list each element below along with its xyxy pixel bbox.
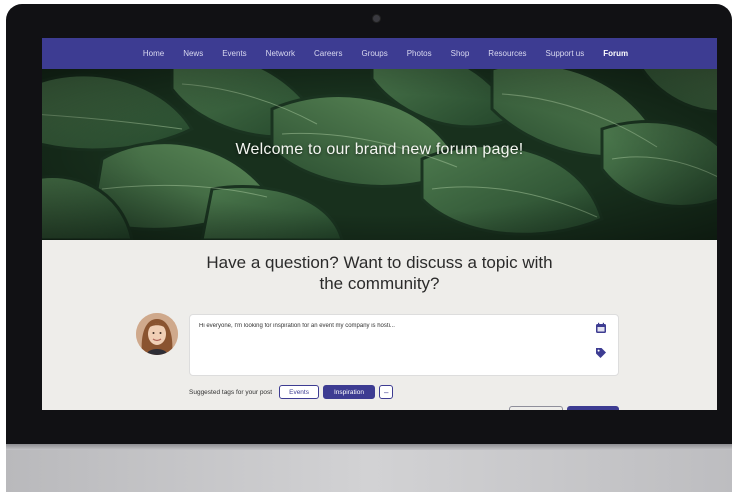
forum-compose-section: Have a question? Want to discuss a topic…: [42, 240, 717, 410]
nav-item-network[interactable]: Network: [266, 49, 295, 58]
monitor-chin: [6, 444, 732, 492]
screen: Home News Events Network Careers Groups …: [42, 38, 717, 410]
avatar: [136, 313, 178, 355]
monitor-chin-edge: [6, 444, 732, 450]
top-navigation: Home News Events Network Careers Groups …: [42, 38, 717, 69]
post-text-value: Hi everyone, I'm looking for inspiration…: [199, 323, 395, 329]
monitor-mockup: Home News Events Network Careers Groups …: [0, 0, 738, 492]
webcam-icon: [373, 15, 380, 22]
hero-title: Welcome to our brand new forum page!: [235, 141, 524, 158]
cancel-button[interactable]: [509, 406, 563, 410]
section-heading: Have a question? Want to discuss a topic…: [42, 252, 717, 294]
tag-inspiration[interactable]: Inspiration: [322, 385, 375, 399]
hero-banner: Welcome to our brand new forum page!: [42, 69, 717, 240]
nav-item-shop[interactable]: Shop: [451, 49, 470, 58]
heading-line-1: Have a question? Want to discuss a topic…: [206, 253, 553, 272]
heading-line-2: the community?: [319, 274, 440, 293]
post-button[interactable]: [567, 406, 619, 410]
nav-item-events[interactable]: Events: [222, 49, 246, 58]
nav-item-home[interactable]: Home: [143, 49, 164, 58]
calendar-icon[interactable]: [594, 321, 608, 335]
nav-item-forum[interactable]: Forum: [603, 49, 628, 58]
nav-item-photos[interactable]: Photos: [407, 49, 432, 58]
post-textarea[interactable]: Hi everyone, I'm looking for inspiration…: [189, 314, 619, 376]
nav-item-careers[interactable]: Careers: [314, 49, 342, 58]
nav-item-support-us[interactable]: Support us: [546, 49, 585, 58]
suggested-tags-label: Suggested tags for your post: [189, 388, 273, 396]
suggested-tags-row: Suggested tags for your post Events Insp…: [189, 385, 394, 399]
nav-item-groups[interactable]: Groups: [361, 49, 387, 58]
user-portrait-image: [136, 313, 178, 355]
nav-item-news[interactable]: News: [183, 49, 203, 58]
tag-icon[interactable]: [594, 346, 608, 360]
nav-item-resources[interactable]: Resources: [488, 49, 526, 58]
more-tags-button[interactable]: –: [378, 385, 394, 399]
tag-events[interactable]: Events: [279, 385, 319, 399]
